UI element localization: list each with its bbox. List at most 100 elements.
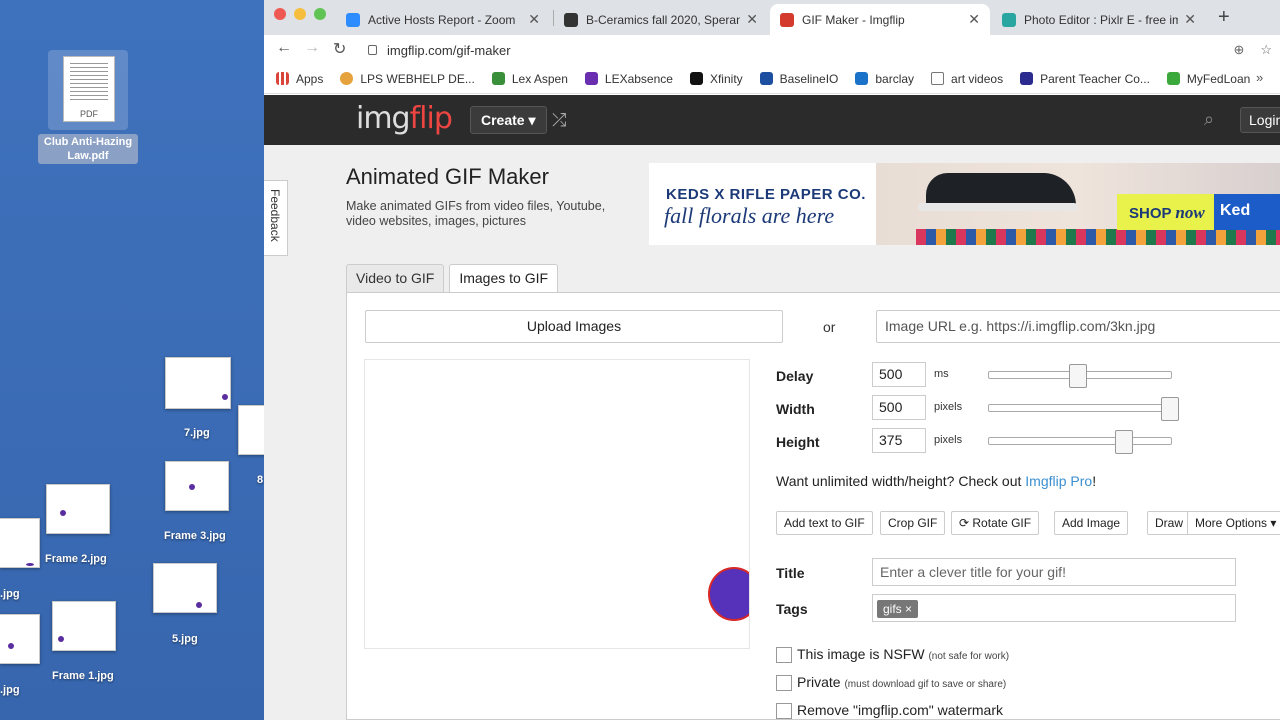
new-tab-icon[interactable]: + (1218, 6, 1230, 29)
tags-input[interactable]: gifs × (872, 594, 1236, 622)
tag-chip-gifs[interactable]: gifs × (877, 600, 919, 618)
reload-icon[interactable]: ↻ (333, 39, 346, 59)
maximize-window-button[interactable] (314, 8, 326, 20)
remove-watermark-checkbox[interactable] (776, 703, 792, 719)
tab-strip: Active Hosts Report - Zoom ✕ B-Ceramics … (264, 0, 1280, 35)
private-label: Private (must download gif to save or sh… (797, 674, 1007, 690)
imgflip-logo[interactable]: imgflip (356, 101, 453, 136)
file-thumbnail-frame-1[interactable] (52, 601, 116, 651)
file-thumbnail-frame-3[interactable] (165, 461, 229, 511)
file-label-partial-1[interactable]: .jpg (0, 588, 20, 600)
file-thumbnail-partial-2[interactable] (0, 614, 40, 664)
height-input[interactable]: 375 (872, 428, 926, 453)
file-label-8[interactable]: 8 (257, 474, 263, 486)
private-checkbox[interactable] (776, 675, 792, 691)
bookmark-art-videos[interactable]: art videos (931, 72, 1003, 86)
close-tab-icon[interactable]: ✕ (1184, 11, 1196, 28)
tab-gif-maker[interactable]: GIF Maker - Imgflip ✕ (770, 4, 990, 35)
install-icon[interactable]: ⊕ (1233, 42, 1244, 58)
apps-grid-icon (276, 72, 289, 85)
minimize-window-button[interactable] (294, 8, 306, 20)
file-label-frame-2[interactable]: Frame 2.jpg (45, 553, 107, 565)
bookmark-xfinity[interactable]: Xfinity (689, 72, 743, 86)
bookmark-lex-aspen[interactable]: Lex Aspen (491, 72, 568, 86)
bookmark-baselineio[interactable]: BaselineIO (759, 72, 838, 86)
title-label: Title (776, 565, 805, 581)
draw-button[interactable]: Draw (1147, 511, 1192, 535)
crop-gif-button[interactable]: Crop GIF (880, 511, 946, 535)
address-bar[interactable]: imgflip.com/gif-maker ⊕ ☆ (368, 39, 1272, 61)
xfinity-icon (689, 72, 703, 85)
add-image-button[interactable]: Add Image (1054, 511, 1129, 535)
height-slider-handle[interactable] (1115, 430, 1133, 454)
close-window-button[interactable] (274, 8, 286, 20)
bookmark-apps[interactable]: Apps (276, 72, 323, 86)
file-label-7[interactable]: 7.jpg (184, 427, 210, 439)
close-tab-icon[interactable]: ✕ (968, 11, 980, 28)
feedback-tab[interactable]: Feedback (264, 180, 288, 256)
upload-images-button[interactable]: Upload Images (365, 310, 783, 343)
bookmark-lexabsence[interactable]: LEXabsence (584, 72, 673, 86)
delay-input[interactable]: 500 (872, 362, 926, 387)
pixlr-favicon-icon (1002, 12, 1016, 27)
file-label-partial-2[interactable]: .jpg (0, 684, 20, 696)
ad-image: SHOP now Ked (876, 163, 1280, 245)
width-slider-handle[interactable] (1161, 397, 1179, 421)
login-button[interactable]: Login (1240, 107, 1280, 133)
advertisement-banner[interactable]: KEDS X RIFLE PAPER CO. fall florals are … (649, 163, 1280, 245)
pdf-file-label[interactable]: Club Anti-Hazing Law.pdf (38, 134, 138, 164)
file-label-frame-3[interactable]: Frame 3.jpg (164, 530, 226, 542)
rotate-gif-button[interactable]: ⟳ Rotate GIF (951, 511, 1040, 535)
tab-ceramics[interactable]: B-Ceramics fall 2020, Sperand ✕ (554, 4, 768, 35)
more-bookmarks-icon[interactable]: » (1256, 70, 1263, 85)
add-text-button[interactable]: Add text to GIF (776, 511, 873, 535)
create-menu-button[interactable]: Create ▾ (470, 106, 547, 134)
file-thumbnail-7[interactable] (165, 357, 231, 409)
imgflip-pro-link[interactable]: Imgflip Pro (1025, 473, 1092, 489)
width-slider[interactable] (988, 397, 1179, 421)
bookmark-parent-teacher[interactable]: Parent Teacher Co... (1020, 72, 1150, 86)
bookmarks-bar: Apps LPS WEBHELP DE... Lex Aspen LEXabse… (264, 64, 1280, 94)
close-tab-icon[interactable]: ✕ (528, 11, 540, 28)
ad-headline: KEDS X RIFLE PAPER CO. (666, 186, 866, 203)
url-text: imgflip.com/gif-maker (387, 42, 511, 58)
file-thumbnail-frame-2[interactable] (46, 484, 110, 534)
pdf-file-icon[interactable]: PDF (63, 56, 115, 122)
page-subtitle: Make animated GIFs from video files, You… (346, 199, 606, 228)
imgflip-favicon-icon (780, 12, 794, 27)
nsfw-checkbox[interactable] (776, 647, 792, 663)
width-input[interactable]: 500 (872, 395, 926, 420)
browser-toolbar: ← → ↻ imgflip.com/gif-maker ⊕ ☆ (264, 35, 1280, 64)
bookmark-star-icon[interactable]: ☆ (1260, 42, 1272, 58)
tags-label: Tags (776, 601, 808, 617)
bookmark-lps-webhelp[interactable]: LPS WEBHELP DE... (340, 72, 475, 86)
search-icon[interactable]: ⌕ (1204, 109, 1214, 130)
more-options-button[interactable]: More Options ▾ (1187, 511, 1280, 535)
delay-slider[interactable] (988, 364, 1172, 388)
tab-zoom[interactable]: Active Hosts Report - Zoom ✕ (336, 4, 550, 35)
delay-label: Delay (776, 368, 814, 384)
shuffle-icon[interactable]: ⤮ (552, 110, 566, 131)
file-label-frame-1[interactable]: Frame 1.jpg (52, 670, 114, 682)
tab-pixlr[interactable]: Photo Editor : Pixlr E - free ima ✕ (992, 4, 1206, 35)
myfedloan-icon (1166, 72, 1180, 85)
bookmark-barclay[interactable]: barclay (855, 72, 914, 86)
delay-slider-handle[interactable] (1069, 364, 1087, 388)
desktop: PDF Club Anti-Hazing Law.pdf 7.jpg 8 Fra… (0, 0, 268, 720)
file-label-5[interactable]: 5.jpg (172, 633, 198, 645)
gif-title-input[interactable]: Enter a clever title for your gif! (872, 558, 1236, 586)
forward-arrow-icon[interactable]: → (304, 39, 320, 57)
height-slider[interactable] (988, 430, 1172, 454)
bookmark-myfedloan[interactable]: MyFedLoan (1166, 72, 1250, 86)
image-url-input[interactable]: Image URL e.g. https://i.imgflip.com/3kn… (876, 310, 1280, 343)
close-tab-icon[interactable]: ✕ (746, 11, 758, 28)
remove-watermark-label: Remove "imgflip.com" watermark (797, 702, 1003, 718)
or-label: or (823, 319, 836, 335)
file-thumbnail-5[interactable] (153, 563, 217, 613)
tab-video-to-gif[interactable]: Video to GIF (346, 264, 445, 293)
gif-preview-canvas (364, 359, 750, 649)
barclay-icon (855, 72, 869, 85)
file-thumbnail-partial-1[interactable] (0, 518, 40, 568)
tab-images-to-gif[interactable]: Images to GIF (449, 264, 559, 294)
back-arrow-icon[interactable]: ← (276, 39, 292, 57)
